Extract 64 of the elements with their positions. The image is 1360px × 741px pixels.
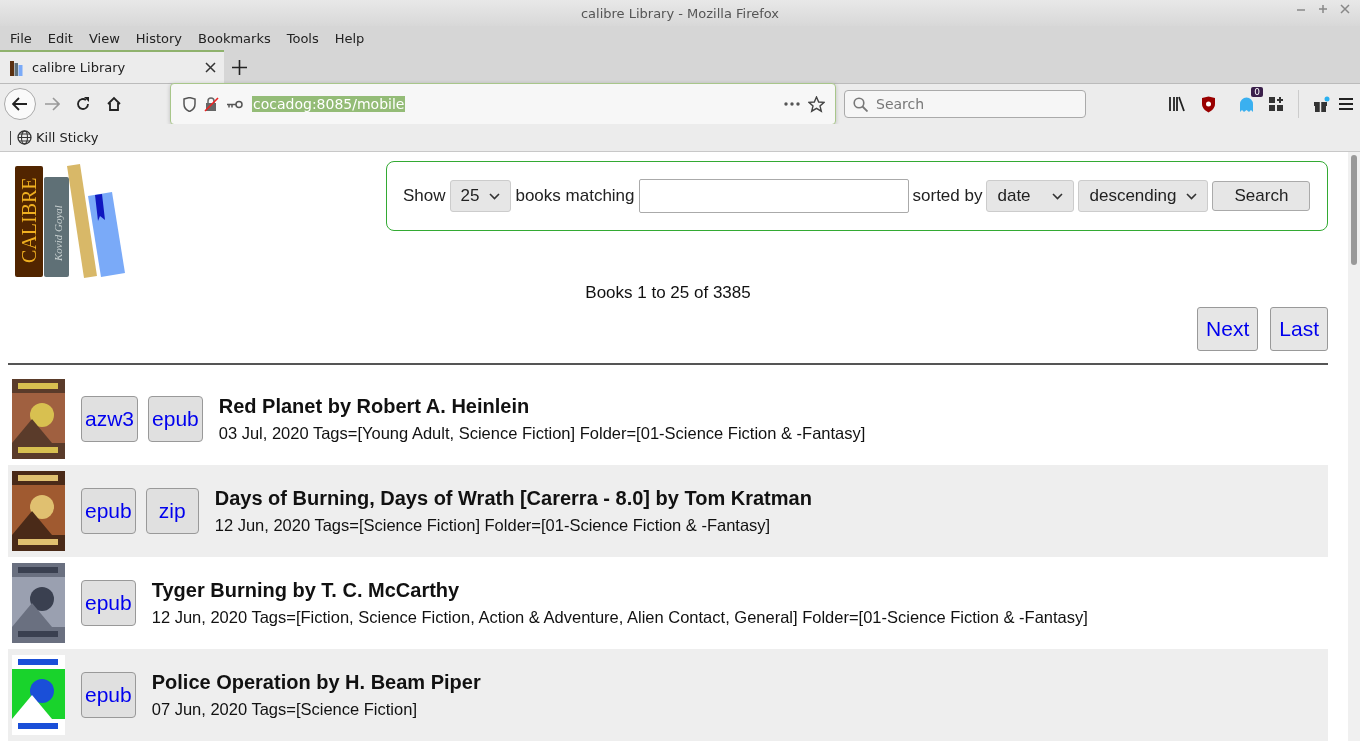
search-field[interactable]: Search	[844, 90, 1086, 118]
shield-icon[interactable]	[1200, 95, 1216, 113]
book-details: 12 Jun, 2020 Tags=[Science Fiction] Folder=[01-Science Fiction & -Fantasy]	[214, 516, 772, 535]
globe-icon	[17, 130, 32, 145]
grid-icon[interactable]	[1269, 96, 1284, 112]
reload-icon[interactable]	[75, 96, 91, 112]
format-button[interactable]: zip	[145, 488, 199, 534]
more-icon[interactable]	[784, 102, 800, 106]
library-icon[interactable]	[1168, 96, 1185, 112]
search-icon	[853, 96, 868, 112]
search-input[interactable]	[638, 179, 909, 213]
format-button[interactable]: epub	[81, 672, 136, 718]
browser-tab[interactable]: calibre Library	[0, 50, 224, 83]
bookmark-link[interactable]: Kill Sticky	[17, 130, 99, 145]
key-icon	[227, 99, 244, 109]
search-input[interactable]: Search	[874, 95, 1074, 113]
plus-icon[interactable]	[231, 59, 247, 75]
page-size-select[interactable]: 25	[449, 180, 512, 212]
format-button[interactable]: epub	[81, 488, 136, 534]
menu-item[interactable]: Tools	[280, 28, 325, 48]
menu-item[interactable]: Help	[328, 28, 371, 48]
book-title[interactable]: Days of Burning, Days of Wrath [Carerra - 8.0] by Tom Kratman	[214, 487, 812, 510]
book-title[interactable]: Tyger Burning by T. C. McCarthy	[151, 579, 1088, 602]
back-arrow-icon	[12, 97, 28, 111]
format-button[interactable]: epub	[81, 580, 136, 626]
menu-item[interactable]: Bookmarks	[192, 28, 277, 48]
format-button[interactable]: epub	[148, 396, 203, 442]
lock-icon	[204, 96, 219, 112]
maximize-icon[interactable]	[1318, 4, 1328, 14]
caret-icon	[489, 192, 501, 200]
close-icon[interactable]	[205, 62, 216, 73]
caret-icon	[1186, 192, 1198, 200]
show-label: Show	[403, 186, 446, 206]
search-button[interactable]: Search	[1212, 181, 1311, 211]
pager-button[interactable]: Last	[1270, 307, 1328, 351]
window-title: calibre Library - Mozilla Firefox	[580, 5, 780, 21]
scrollbar[interactable]	[1348, 152, 1360, 741]
book-details: 12 Jun, 2020 Tags=[Fiction, Science Fiction, Action & Adventure, Alien Contact, General] Folder=[01-Science Fiction & -Fantasy]	[151, 608, 1088, 627]
matching-label: books matching	[515, 186, 635, 206]
star-icon[interactable]	[808, 95, 825, 113]
gift-icon[interactable]	[1313, 95, 1330, 113]
menu-item[interactable]: File	[4, 28, 38, 48]
home-icon[interactable]	[106, 96, 122, 112]
book-title[interactable]: Police Operation by H. Beam Piper	[151, 671, 481, 694]
menu-item[interactable]: Edit	[41, 28, 79, 48]
count-badge: 0	[1251, 87, 1263, 97]
book-details: 03 Jul, 2020 Tags=[Young Adult, Science Fiction] Folder=[01-Science Fiction & -Fantasy]	[218, 424, 866, 443]
menu-icon[interactable]	[1338, 97, 1354, 111]
pager-button[interactable]: Next	[1197, 307, 1259, 351]
menu-item[interactable]: History	[129, 28, 189, 48]
caret-icon	[1052, 192, 1064, 200]
sorted-label: sorted by	[912, 186, 983, 206]
format-button[interactable]: azw3	[81, 396, 139, 442]
results-summary: Books 1 to 25 of 3385	[584, 283, 752, 303]
logo: CALIBRE Kovid Goyal	[14, 163, 138, 281]
book-details: 07 Jun, 2020 Tags=[Science Fiction]	[151, 700, 418, 719]
books-icon	[10, 59, 24, 76]
shield-icon	[183, 96, 196, 112]
sort-order-select[interactable]: descending	[1078, 180, 1209, 212]
tab-label: calibre Library	[32, 60, 127, 75]
book-title[interactable]: Red Planet by Robert A. Heinlein	[218, 395, 866, 418]
sort-field-select[interactable]: date	[986, 180, 1075, 212]
menu-item[interactable]: View	[82, 28, 126, 48]
back-button[interactable]	[4, 88, 36, 120]
